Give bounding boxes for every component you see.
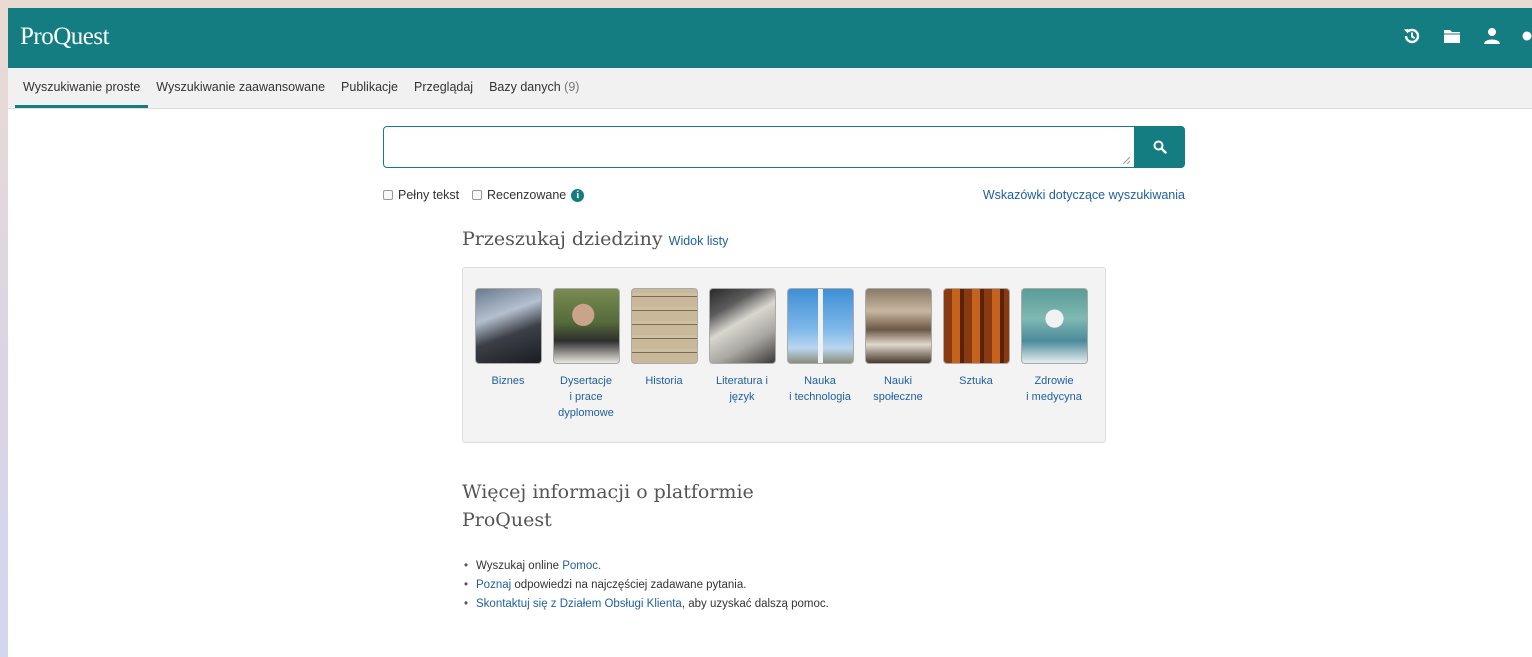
list-item: Skontaktuj się z Działem Obsługi Klienta… [462,595,829,614]
nav-advanced-search[interactable]: Wyszukiwanie zaawansowane [148,68,333,108]
subjects-heading: Przeszukaj dziedziny Widok listy [462,228,729,250]
subject-social-sciences[interactable]: Nauki społeczne [859,288,937,405]
databases-count: (9) [564,80,580,94]
nav-basic-search[interactable]: Wyszukiwanie proste [15,68,149,108]
proquest-logo[interactable]: ProQuest [20,23,110,51]
list-item: Wyszukaj online Pomoc. [462,557,829,576]
subject-dissertations-image [552,288,620,364]
search-input[interactable] [383,126,1135,168]
subject-science[interactable]: Nauka i technologia [781,288,859,405]
full-text-checkbox[interactable] [383,190,393,200]
subject-art[interactable]: Sztuka [937,288,1015,389]
subject-history[interactable]: Historia [625,288,703,389]
peer-reviewed-option[interactable]: Recenzowane i [472,188,585,202]
folder-icon[interactable] [1442,26,1462,46]
search-options: Pełny tekst Recenzowane i Wskazówki doty… [383,188,1185,208]
subject-social-sciences-image [864,288,932,364]
header-icons [1402,26,1532,46]
help-icon[interactable] [1522,26,1532,46]
peer-reviewed-checkbox[interactable] [472,190,482,200]
subject-dissertations[interactable]: Dysertacje i prace dyplomowe [547,288,625,421]
subject-business[interactable]: Biznes [469,288,547,389]
nav-publications[interactable]: Publikacje [333,68,406,108]
subject-business-image [474,288,542,364]
history-icon[interactable] [1402,26,1422,46]
main-nav: Wyszukiwanie proste Wyszukiwanie zaawans… [8,68,1532,109]
page: ProQuest Wyszukiwanie proste Wyszukiwani… [8,8,1532,657]
subject-health[interactable]: Zdrowie i medycyna [1015,288,1093,405]
full-text-option[interactable]: Pełny tekst [383,188,459,202]
resize-grip-icon[interactable] [1122,156,1130,164]
subject-science-image [786,288,854,364]
nav-databases[interactable]: Bazy danych (9) [481,68,587,108]
subjects-panel: Biznes Dysertacje i prace dyplomowe Hist… [462,267,1106,443]
subject-literature-image [708,288,776,364]
nav-browse[interactable]: Przeglądaj [406,68,481,108]
subject-literature[interactable]: Literatura i język [703,288,781,405]
search-bar [383,126,1185,170]
subject-health-image [1020,288,1088,364]
peer-reviewed-label: Recenzowane [487,188,567,202]
list-view-link[interactable]: Widok listy [669,234,729,248]
search-tips-link[interactable]: Wskazówki dotyczące wyszukiwania [983,188,1185,202]
list-item: Poznaj odpowiedzi na najczęściej zadawan… [462,576,829,595]
user-icon[interactable] [1482,26,1502,46]
top-bar: ProQuest [8,8,1532,68]
search-icon [1153,140,1167,154]
search-button[interactable] [1135,126,1185,168]
subject-history-image [630,288,698,364]
contact-support-link[interactable]: Skontaktuj się z Działem Obsługi Klienta [476,598,682,610]
help-link[interactable]: Pomoc. [562,560,601,572]
more-info-heading: Więcej informacji o platformie ProQuest [462,481,754,531]
subject-art-image [942,288,1010,364]
full-text-label: Pełny tekst [398,188,460,202]
faq-link[interactable]: Poznaj [476,579,511,591]
more-info-list: Wyszukaj online Pomoc. Poznaj odpowiedzi… [462,557,829,614]
info-icon[interactable]: i [571,188,585,202]
